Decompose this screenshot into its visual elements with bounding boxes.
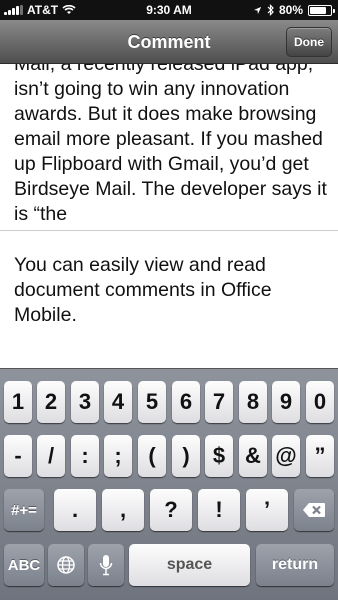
key-5[interactable]: 5 bbox=[138, 381, 166, 423]
key-close-paren[interactable]: ) bbox=[172, 435, 200, 477]
key-2[interactable]: 2 bbox=[37, 381, 65, 423]
key-hyphen[interactable]: - bbox=[4, 435, 32, 477]
key-6[interactable]: 6 bbox=[172, 381, 200, 423]
globe-key[interactable] bbox=[48, 544, 84, 586]
battery-percent: 80% bbox=[278, 3, 303, 17]
article-text: Mail, a recently released iPad app, isn’… bbox=[14, 64, 327, 225]
key-open-paren[interactable]: ( bbox=[138, 435, 166, 477]
comment-text: You can easily view and read document co… bbox=[14, 254, 272, 326]
key-4[interactable]: 4 bbox=[104, 381, 132, 423]
key-1[interactable]: 1 bbox=[4, 381, 32, 423]
key-slash[interactable]: / bbox=[37, 435, 65, 477]
comment-text-area[interactable]: You can easily view and read document co… bbox=[0, 231, 338, 368]
globe-icon bbox=[57, 556, 75, 574]
key-period[interactable]: . bbox=[54, 489, 96, 531]
key-dollar[interactable]: $ bbox=[205, 435, 233, 477]
key-0[interactable]: 0 bbox=[306, 381, 334, 423]
key-exclamation[interactable]: ! bbox=[198, 489, 240, 531]
key-9[interactable]: 9 bbox=[272, 381, 300, 423]
status-right: 80% bbox=[253, 3, 335, 17]
delete-key[interactable] bbox=[294, 489, 334, 531]
key-7[interactable]: 7 bbox=[205, 381, 233, 423]
key-at[interactable]: @ bbox=[272, 435, 300, 477]
key-semicolon[interactable]: ; bbox=[104, 435, 132, 477]
more-symbols-key[interactable]: #+= bbox=[4, 489, 44, 531]
space-key[interactable]: space bbox=[129, 544, 250, 586]
article-content[interactable]: Mail, a recently released iPad app, isn’… bbox=[0, 64, 338, 230]
backspace-icon bbox=[303, 503, 325, 517]
key-comma[interactable]: , bbox=[102, 489, 144, 531]
done-button[interactable]: Done bbox=[286, 27, 332, 57]
bluetooth-icon bbox=[267, 4, 274, 16]
keyboard: 1 2 3 4 5 6 7 8 9 0 - / : ; ( ) $ & @ ” … bbox=[0, 368, 338, 600]
location-icon bbox=[253, 6, 262, 14]
dictation-key[interactable] bbox=[88, 544, 124, 586]
status-bar: AT&T 9:30 AM 80% bbox=[0, 0, 338, 20]
key-ampersand[interactable]: & bbox=[239, 435, 267, 477]
key-apostrophe[interactable]: ’ bbox=[246, 489, 288, 531]
key-colon[interactable]: : bbox=[71, 435, 99, 477]
microphone-icon bbox=[99, 555, 113, 576]
key-3[interactable]: 3 bbox=[71, 381, 99, 423]
return-key[interactable]: return bbox=[256, 544, 334, 586]
key-8[interactable]: 8 bbox=[239, 381, 267, 423]
key-quote[interactable]: ” bbox=[306, 435, 334, 477]
nav-bar: Comment Done bbox=[0, 20, 338, 64]
abc-key[interactable]: ABC bbox=[4, 544, 44, 586]
battery-icon bbox=[308, 4, 335, 16]
key-question[interactable]: ? bbox=[150, 489, 192, 531]
